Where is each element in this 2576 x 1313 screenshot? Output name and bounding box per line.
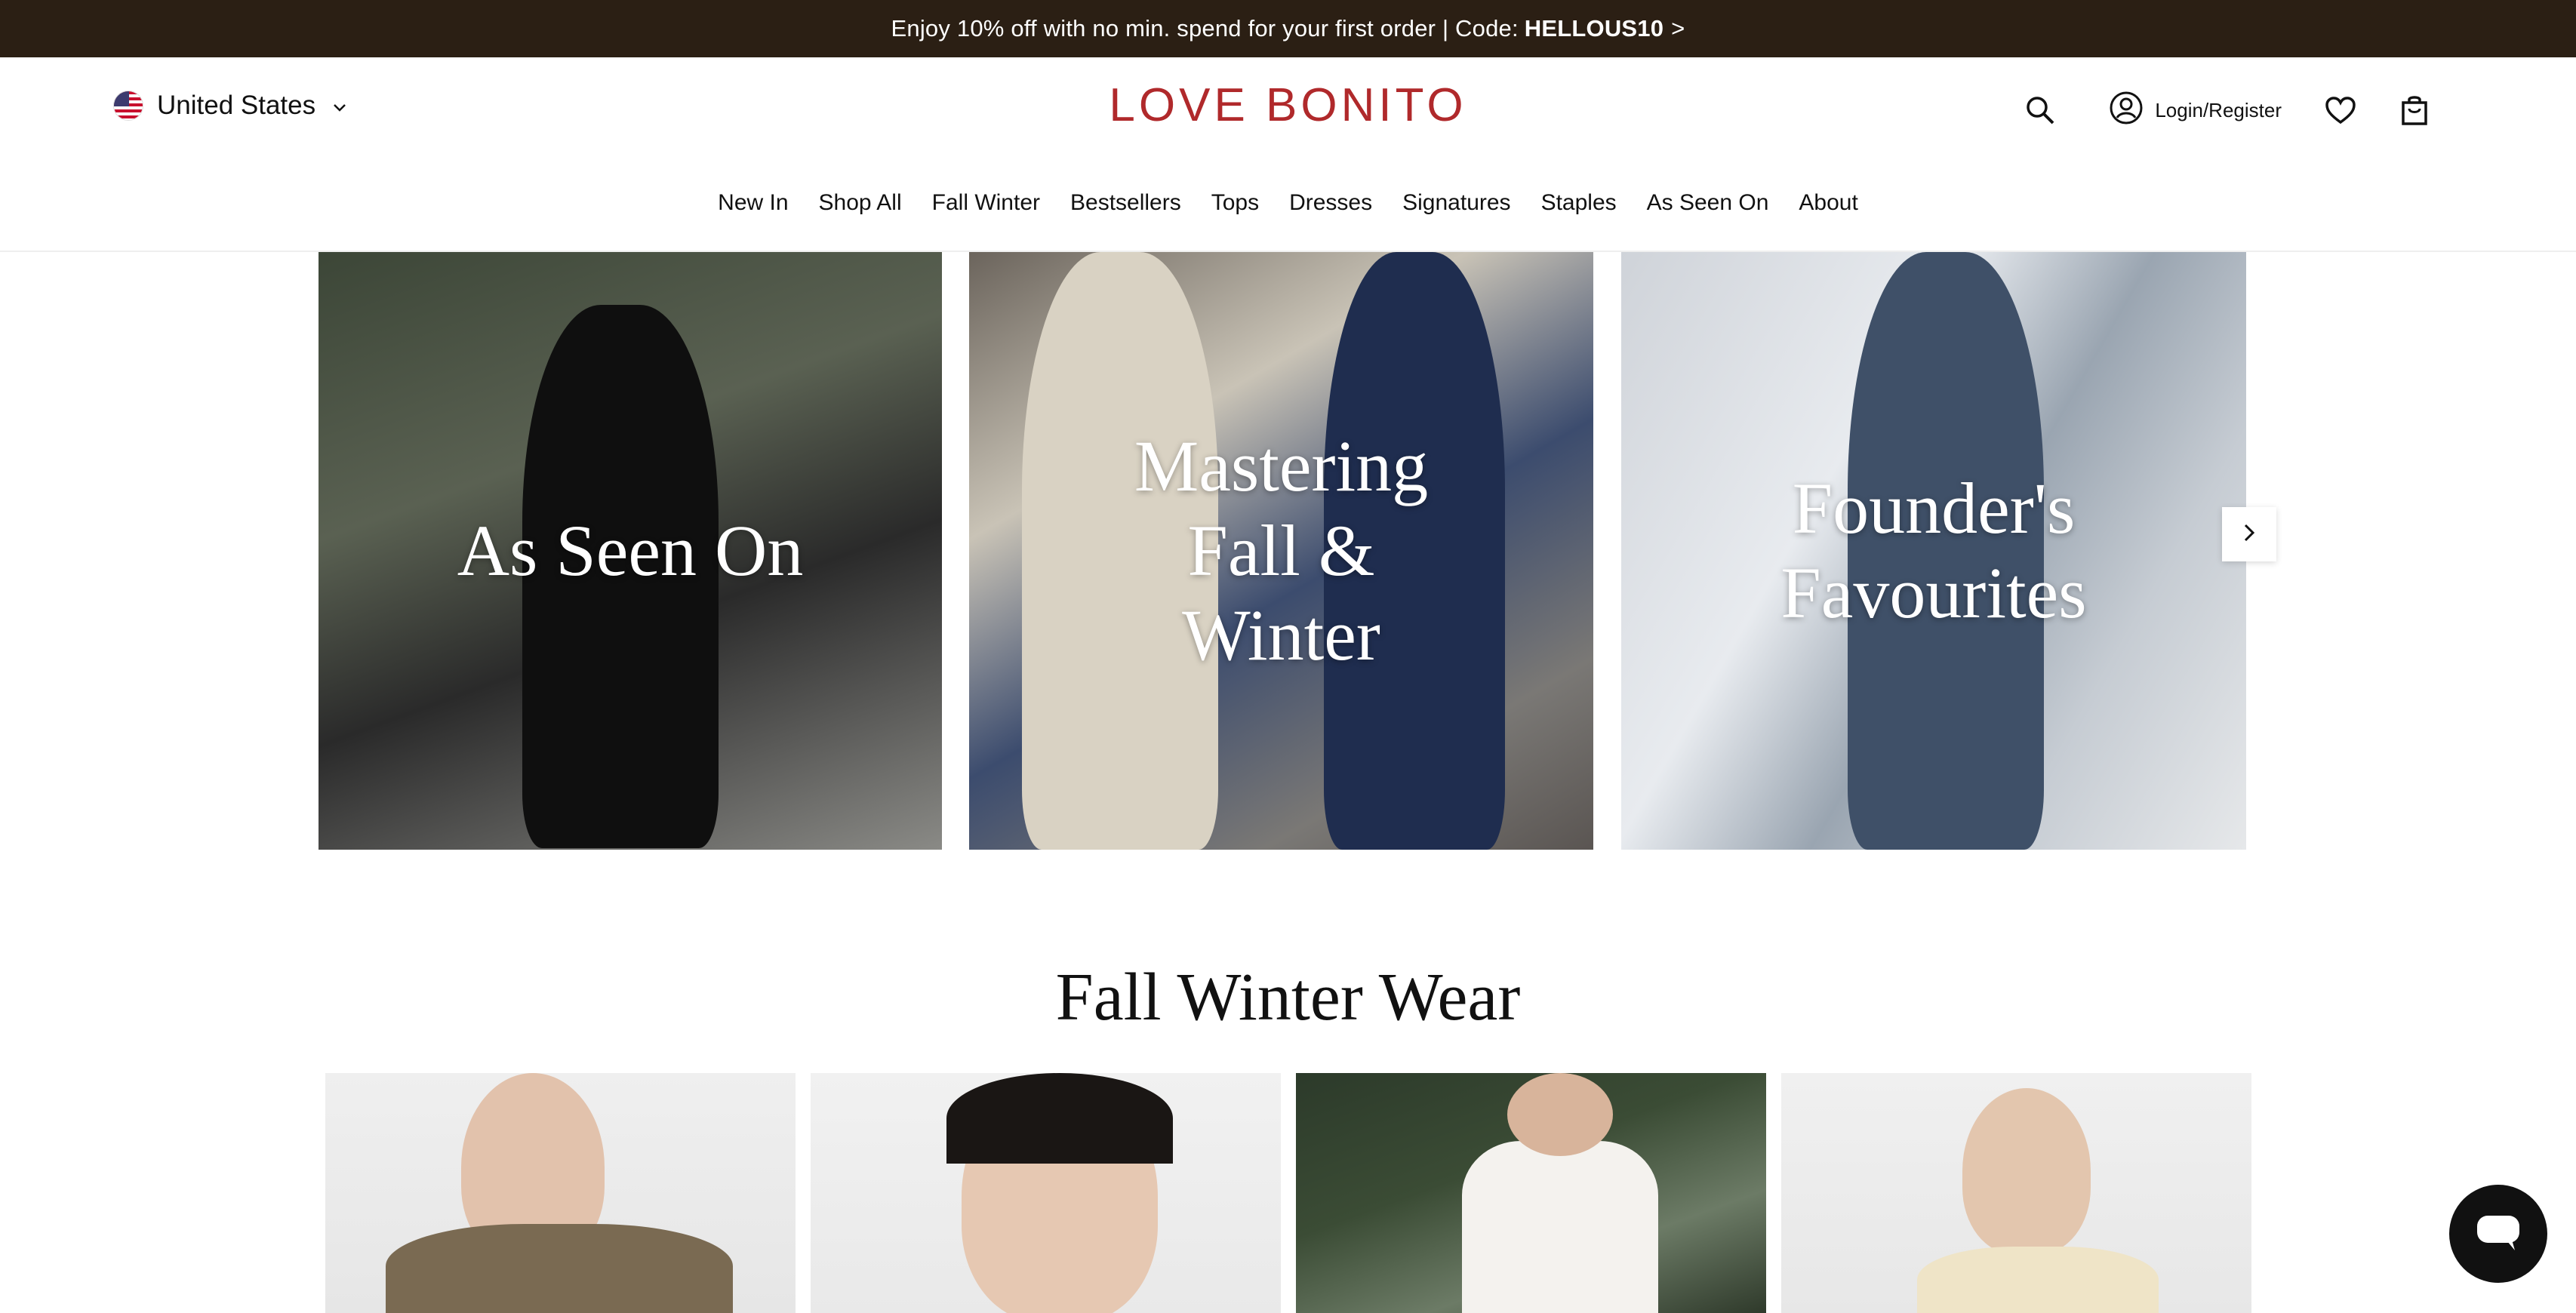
- tile-title: Mastering Fall & Winter: [1134, 426, 1429, 675]
- carousel-tile-founders-favourites[interactable]: Founder's Favourites: [1621, 252, 2246, 850]
- nav-item-dresses[interactable]: Dresses: [1289, 190, 1372, 216]
- product-card[interactable]: [325, 1073, 796, 1313]
- nav-item-signatures[interactable]: Signatures: [1402, 190, 1510, 216]
- chat-button[interactable]: [2449, 1185, 2547, 1283]
- promo-banner[interactable]: Enjoy 10% off with no min. spend for you…: [0, 0, 2576, 57]
- chat-icon: [2474, 1211, 2522, 1257]
- product-card[interactable]: [811, 1073, 1281, 1313]
- user-icon: [2108, 90, 2144, 131]
- nav-item-staples[interactable]: Staples: [1541, 190, 1617, 216]
- product-photo-garment: [1462, 1141, 1658, 1313]
- nav-item-bestsellers[interactable]: Bestsellers: [1070, 190, 1181, 216]
- nav-item-about[interactable]: About: [1799, 190, 1857, 216]
- tile-title: Founder's Favourites: [1780, 468, 2087, 633]
- product-photo-garment: [386, 1224, 733, 1313]
- product-photo-face: [1507, 1073, 1613, 1156]
- heart-icon[interactable]: [2318, 88, 2363, 133]
- nav-item-tops[interactable]: Tops: [1211, 190, 1259, 216]
- promo-text: Enjoy 10% off with no min. spend for you…: [891, 15, 1519, 42]
- product-card[interactable]: [1296, 1073, 1766, 1313]
- section-title: Fall Winter Wear: [1055, 960, 1521, 1035]
- main-nav: New In Shop All Fall Winter Bestsellers …: [0, 190, 2576, 216]
- nav-item-shop-all[interactable]: Shop All: [819, 190, 902, 216]
- header-actions: Login/Register: [2017, 88, 2437, 133]
- login-label: Login/Register: [2155, 98, 2282, 121]
- bag-icon[interactable]: [2392, 88, 2437, 133]
- login-register-link[interactable]: Login/Register: [2108, 90, 2282, 131]
- carousel-tile-mastering-fall-winter[interactable]: Mastering Fall & Winter: [969, 252, 1593, 850]
- promo-code: HELLOUS10: [1524, 15, 1664, 42]
- site-header: United States LOVE BONITO Login/Register…: [0, 57, 2576, 252]
- nav-item-as-seen-on[interactable]: As Seen On: [1647, 190, 1769, 216]
- product-photo-garment: [1917, 1247, 2159, 1313]
- nav-item-fall-winter[interactable]: Fall Winter: [932, 190, 1040, 216]
- product-photo-hair: [946, 1073, 1173, 1164]
- tile-title: As Seen On: [457, 510, 804, 591]
- promo-arrow: >: [1671, 15, 1685, 42]
- search-icon[interactable]: [2017, 88, 2063, 133]
- product-photo-face: [1962, 1088, 2091, 1254]
- product-card[interactable]: [1781, 1073, 2251, 1313]
- chevron-right-icon: [2242, 522, 2257, 547]
- carousel-tile-as-seen-on[interactable]: As Seen On: [319, 252, 942, 850]
- nav-item-new-in[interactable]: New In: [718, 190, 788, 216]
- carousel-next-button[interactable]: [2222, 507, 2276, 561]
